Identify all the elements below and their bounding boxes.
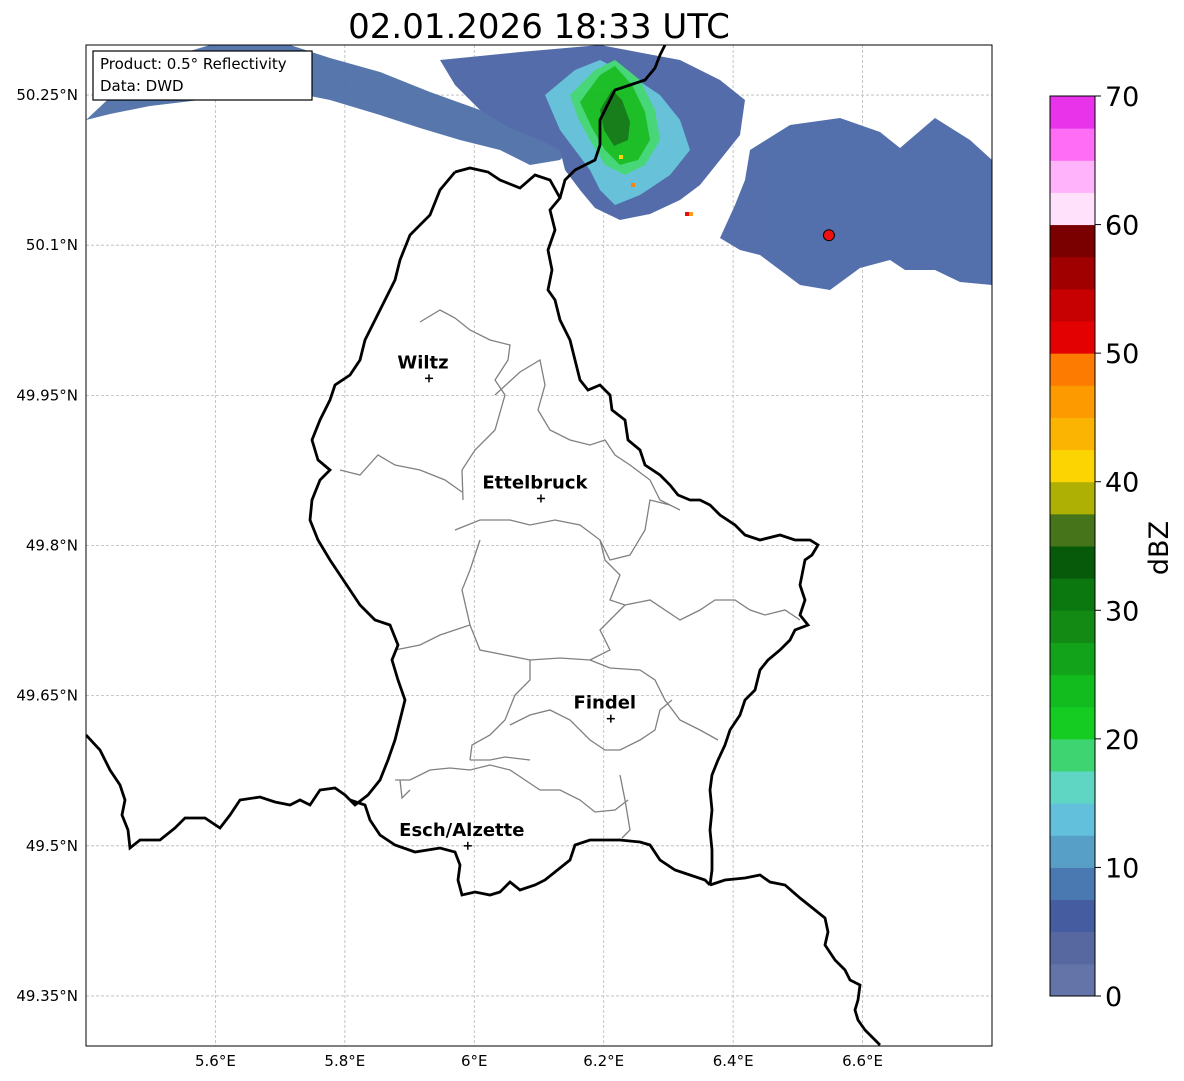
y-tick-label: 50.1°N [26, 236, 78, 254]
colorbar-segment [1050, 706, 1095, 740]
colorbar [1050, 96, 1095, 997]
colorbar-segment [1050, 899, 1095, 933]
y-tick-label: 49.35°N [16, 987, 78, 1005]
radar-map-figure: 02.01.2026 18:33 UTC WiltzEttelbruckFind… [16, 7, 1175, 1070]
city-label: Esch/Alzette [399, 820, 524, 841]
colorbar-segment [1050, 674, 1095, 708]
colorbar-segment [1050, 738, 1095, 772]
colorbar-tick-label: 20 [1105, 725, 1139, 756]
colorbar-segment [1050, 931, 1095, 965]
colorbar-segment [1050, 578, 1095, 611]
info-data-source: Data: DWD [100, 77, 184, 95]
colorbar-segment [1050, 224, 1095, 258]
x-tick-label: 5.6°E [195, 1052, 236, 1070]
colorbar-segment [1050, 256, 1095, 290]
x-tick-label: 5.8°E [324, 1052, 365, 1070]
colorbar-segment [1050, 353, 1095, 386]
colorbar-segment [1050, 288, 1095, 322]
colorbar-segment [1050, 803, 1095, 836]
colorbar-segment [1050, 192, 1095, 226]
info-product: Product: 0.5° Reflectivity [100, 55, 287, 73]
colorbar-label: dBZ [1144, 521, 1175, 575]
colorbar-tick-label: 10 [1105, 853, 1139, 884]
y-tick-label: 49.95°N [16, 386, 78, 404]
latitude-ticks: 50.25°N 50.1°N 49.95°N 49.8°N 49.65°N 49.5°N 4… [16, 86, 78, 1005]
city-label: Ettelbruck [482, 472, 588, 493]
colorbar-segment [1050, 835, 1095, 868]
echo-pixel-orange [689, 212, 693, 216]
colorbar-segment [1050, 546, 1095, 579]
colorbar-tick-label: 40 [1105, 468, 1139, 499]
x-tick-label: 6°E [461, 1052, 488, 1070]
map-title: 02.01.2026 18:33 UTC [348, 7, 730, 47]
colorbar-segment [1050, 771, 1095, 804]
colorbar-segment [1050, 417, 1095, 451]
colorbar-segment [1050, 610, 1095, 643]
colorbar-segment [1050, 963, 1095, 997]
city-label: Findel [574, 693, 637, 714]
y-tick-label: 50.25°N [16, 86, 78, 104]
x-tick-label: 6.4°E [713, 1052, 754, 1070]
colorbar-tick-label: 50 [1105, 339, 1139, 370]
longitude-ticks: 5.6°E 5.8°E 6°E 6.2°E 6.4°E 6.6°E [195, 1052, 883, 1070]
colorbar-segment [1050, 481, 1095, 515]
colorbar-segment [1050, 449, 1095, 483]
colorbar-tick-label: 60 [1105, 211, 1139, 242]
colorbar-tick-label: 0 [1105, 982, 1122, 1013]
echo-pixel-red [685, 212, 689, 216]
colorbar-segment [1050, 513, 1095, 547]
x-tick-label: 6.6°E [842, 1052, 883, 1070]
city-label: Wiltz [397, 352, 448, 373]
radar-site-dot [822, 229, 835, 242]
colorbar-segment [1050, 385, 1095, 418]
colorbar-segment [1050, 96, 1095, 129]
info-box: Product: 0.5° Reflectivity Data: DWD [92, 50, 313, 101]
x-tick-label: 6.2°E [583, 1052, 624, 1070]
colorbar-segment [1050, 321, 1095, 354]
echo-pixel-yellow [619, 155, 623, 159]
radar-site-marker [822, 229, 835, 242]
colorbar-tick-label: 30 [1105, 596, 1139, 627]
colorbar-segment [1050, 867, 1095, 901]
colorbar-ticks: 0 10 20 30 40 50 60 70 [1095, 82, 1139, 1013]
y-tick-label: 49.65°N [16, 687, 78, 705]
colorbar-segment [1050, 642, 1095, 676]
colorbar-segment [1050, 160, 1095, 193]
colorbar-segment [1050, 128, 1095, 161]
colorbar-tick-label: 70 [1105, 82, 1139, 113]
y-tick-label: 49.8°N [26, 537, 78, 555]
echo-pixel-orange-2 [631, 183, 635, 187]
y-tick-label: 49.5°N [26, 837, 78, 855]
